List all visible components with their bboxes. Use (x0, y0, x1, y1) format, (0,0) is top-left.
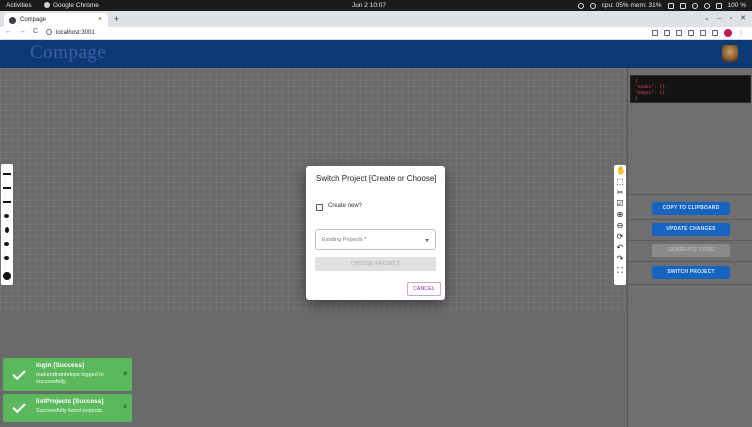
connector-left-icon[interactable] (3, 240, 11, 248)
circle-node-icon[interactable] (3, 272, 11, 280)
generate-code-button[interactable]: GENERATE CODE (652, 244, 730, 257)
pan-hand-icon[interactable]: ✋ (616, 167, 626, 175)
window-controls: ⌄ – ▫ ✕ (704, 12, 746, 26)
right-toolbar: ✋ ⬚ ✂ ☑ ⊕ ⊖ ⟳ ↶ ↷ ⛶ (614, 165, 626, 285)
network-icon (679, 2, 686, 9)
json-line: } (635, 97, 638, 102)
tab-title: Compage (20, 17, 47, 23)
panel-divider (628, 261, 752, 262)
check-icon (12, 399, 26, 414)
existing-projects-select[interactable]: Existing Projects * (315, 229, 436, 250)
puzzle-icon[interactable] (700, 30, 706, 36)
toast-title: listProjects [Success] (36, 398, 104, 405)
back-button[interactable]: ← (5, 28, 12, 35)
help-icon (577, 2, 584, 9)
switch-project-button[interactable]: SWITCH PROJECT (652, 266, 730, 279)
chevron-down-icon (425, 239, 429, 242)
minimize-button[interactable]: – (718, 12, 722, 26)
left-toolbar (1, 164, 13, 285)
menu-kebab-icon[interactable]: ⋮ (738, 30, 744, 37)
panel-divider (628, 240, 752, 241)
toast-login-success: login [Success] mahendraintelops logged … (3, 358, 132, 391)
zoom-out-icon[interactable]: ⊖ (616, 222, 624, 230)
dialog-title: Switch Project [Create or Choose] (316, 174, 437, 183)
user-avatar[interactable] (722, 45, 738, 62)
edge-vertical-icon[interactable] (3, 198, 11, 206)
undo-icon[interactable]: ↶ (616, 244, 624, 252)
checkbox-icon[interactable]: ☑ (616, 200, 624, 208)
cancel-button[interactable]: CANCEL (407, 282, 441, 296)
wifi-icon (667, 2, 674, 9)
address-bar[interactable]: localhost:3001 (46, 29, 636, 38)
fit-screen-icon[interactable]: ⛶ (616, 267, 624, 275)
edge-arrow-icon[interactable] (3, 170, 11, 178)
check-icon (12, 366, 26, 381)
profile-avatar[interactable] (724, 29, 732, 37)
close-icon[interactable]: ✕ (122, 370, 128, 378)
select-label: Existing Projects * (322, 237, 367, 243)
panel-divider (628, 284, 752, 285)
update-changes-button[interactable]: UPDATE CHANGES (652, 223, 730, 236)
new-tab-button[interactable]: + (114, 12, 119, 26)
install-icon[interactable] (652, 30, 658, 36)
battery-icon (715, 2, 722, 9)
toast-title: login [Success] (36, 362, 85, 369)
node-drop-icon[interactable] (3, 226, 11, 234)
redo-icon[interactable]: ↷ (616, 255, 624, 263)
tab-close-icon[interactable]: × (98, 13, 102, 27)
toast-message: Successfully listed projects. (36, 408, 104, 414)
browser-tab[interactable]: Compage × (4, 13, 108, 27)
zoom-in-icon[interactable]: ⊕ (616, 211, 624, 219)
app-menu[interactable]: Google Chrome (44, 0, 99, 11)
create-new-checkbox[interactable] (316, 204, 323, 211)
toast-message: mahendraintelops logged in successfully. (36, 372, 104, 385)
sidepanel-icon[interactable] (712, 30, 718, 36)
forward-button[interactable]: → (19, 28, 26, 35)
select-box-icon[interactable]: ⬚ (616, 178, 624, 186)
close-window-button[interactable]: ✕ (740, 12, 746, 26)
activities-button[interactable]: Activities (6, 0, 32, 11)
json-preview: { "nodes": {}, "edges": {} } (630, 75, 751, 103)
extensions-area: ⋮ (652, 29, 744, 37)
maximize-button[interactable]: ▫ (730, 12, 732, 26)
clock[interactable]: Jun 2 10:07 (352, 0, 386, 11)
switch-project-dialog: Switch Project [Create or Choose] Create… (306, 166, 445, 300)
reset-zoom-icon[interactable]: ⟳ (616, 233, 624, 241)
app-logo[interactable]: Compage (30, 42, 106, 64)
toast-listprojects-success: listProjects [Success] Successfully list… (3, 394, 132, 422)
app-name: Google Chrome (53, 2, 99, 9)
tab-search-icon[interactable]: ⌄ (704, 12, 710, 26)
system-top-bar: Activities Google Chrome Jun 2 10:07 cpu… (0, 0, 752, 11)
choose-project-button[interactable]: CHOOSE PROJECT (315, 257, 436, 271)
panel-divider (628, 219, 752, 220)
bluetooth-icon (703, 2, 710, 9)
create-new-label[interactable]: Create new? (328, 203, 362, 209)
url-text: localhost:3001 (56, 30, 95, 36)
close-icon[interactable]: ✕ (122, 403, 128, 411)
app-header: Compage (0, 40, 752, 68)
system-stats: cpu: 05% mem: 31% (601, 2, 662, 9)
volume-icon (691, 2, 698, 9)
system-tray[interactable]: cpu: 05% mem: 31% 100 % (577, 0, 746, 11)
node-pin-icon[interactable] (3, 212, 11, 220)
site-info-icon[interactable] (46, 29, 52, 35)
cut-icon[interactable]: ✂ (616, 189, 624, 197)
edge-arrow-icon[interactable] (3, 184, 11, 192)
tab-strip: Compage × (0, 11, 752, 27)
battery-level: 100 % (727, 2, 746, 9)
share-icon[interactable] (664, 30, 670, 36)
browser-toolbar: ← → C localhost:3001 ⋮ (0, 27, 752, 40)
nav-buttons: ← → C (5, 28, 38, 35)
chrome-icon (44, 2, 50, 8)
bookmark-star-icon[interactable] (676, 30, 682, 36)
copy-to-clipboard-button[interactable]: COPY TO CLIPBOARD (652, 202, 730, 215)
extension-icon (589, 2, 596, 9)
right-panel: { "nodes": {}, "edges": {} } COPY TO CLI… (627, 68, 752, 427)
panel-divider (628, 194, 752, 195)
favicon-icon (9, 17, 16, 24)
reload-button[interactable]: C (33, 28, 38, 35)
connector-right-icon[interactable] (3, 254, 11, 262)
extension-icon[interactable] (688, 30, 694, 36)
